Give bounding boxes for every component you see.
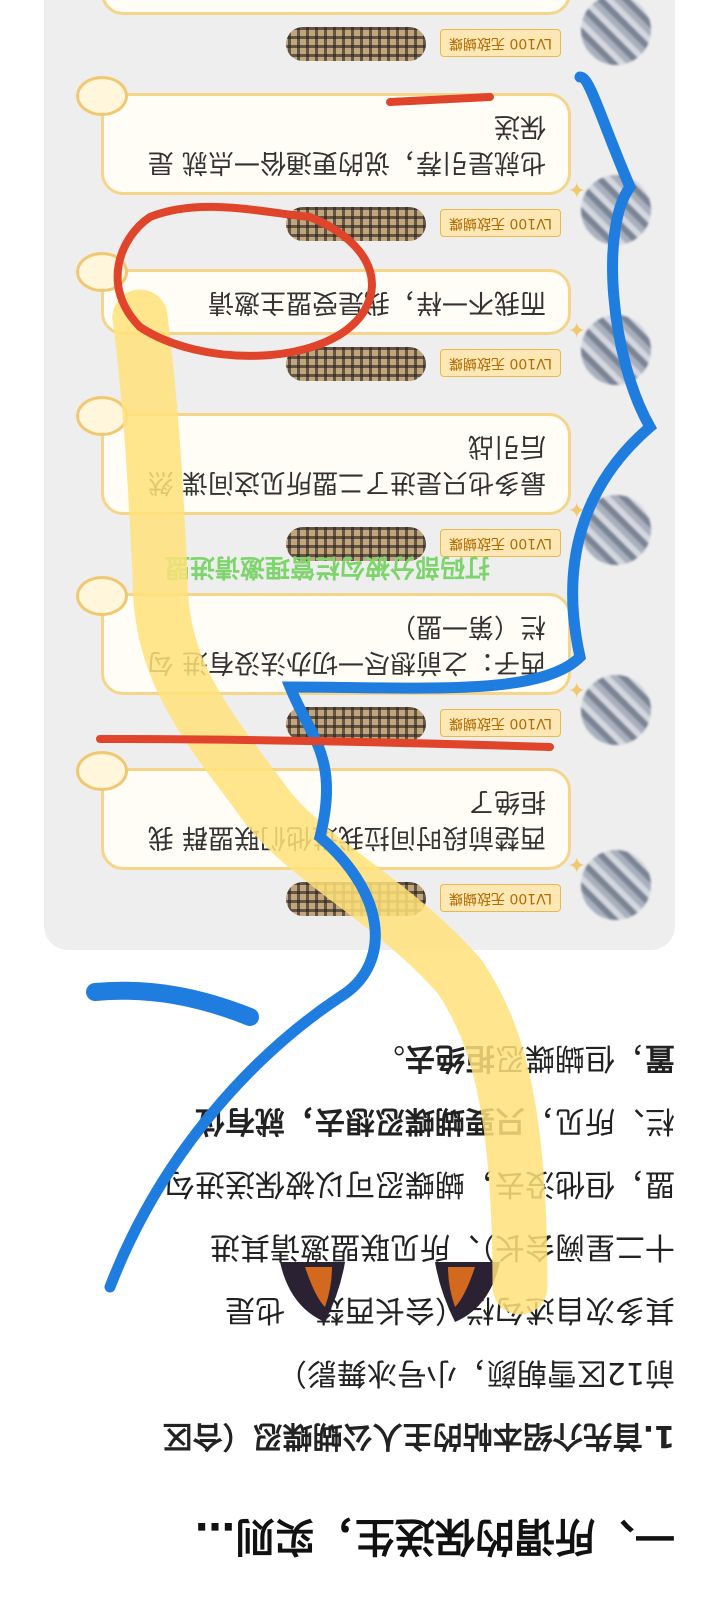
blue-annotation-stroke — [86, 981, 259, 1026]
hand-drawn-annotations — [86, 71, 658, 1315]
red-circle-stroke — [113, 202, 376, 360]
red-underline-stroke — [96, 735, 554, 751]
red-underline-stroke — [386, 93, 494, 106]
rotated-screenshot: 一、所谓的保送生，实则… 1.首先介绍本帖的主人公蝴蝶忍（合区 前12区雪朝颜，… — [0, 0, 720, 1617]
